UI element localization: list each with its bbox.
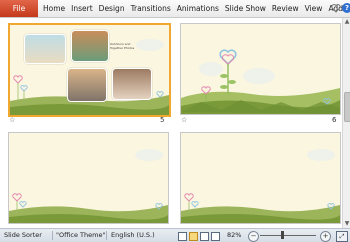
photo-siblings[interactable] [67,68,107,102]
tab-view[interactable]: View [302,0,326,17]
scroll-up-arrow-icon[interactable]: ▲ [343,18,350,26]
powerpoint-window: File Home Insert Design Transitions Anim… [0,0,350,242]
transition-star-icon[interactable]: ☆ [181,116,190,124]
zoom-level[interactable]: 82% [227,229,241,242]
tab-slide-show[interactable]: Slide Show [222,0,269,17]
scrollbar-thumb[interactable] [344,92,350,122]
theme-label[interactable]: "Office Theme" [56,229,105,242]
tab-animations[interactable]: Animations [174,0,222,17]
tab-home[interactable]: Home [40,0,68,17]
status-bar: Slide Sorter "Office Theme" English (U.S… [0,228,350,242]
slide-show-view-icon[interactable] [211,232,220,241]
slide-sorter-pane: Outdoors and Together Photos ☆ 5 ☆ 6 [0,18,342,228]
slide-thumbnail-8[interactable] [180,132,341,224]
slide-background [181,24,340,114]
zoom-slider-thumb[interactable] [281,231,284,239]
vertical-scrollbar[interactable]: ▲ ▼ [342,18,350,228]
slide-sorter-view-icon[interactable] [189,232,198,241]
slide-thumbnail-6[interactable] [180,23,341,115]
slide-thumbnail-5[interactable]: Outdoors and Together Photos [8,23,171,117]
photo-father-child[interactable] [112,68,152,100]
transition-star-icon[interactable]: ☆ [9,116,18,124]
language-label[interactable]: English (U.S.) [111,229,155,242]
slide-number-6: 6 [332,116,337,124]
ribbon-tab-bar: File Home Insert Design Transitions Anim… [0,0,350,18]
status-divider [106,231,107,240]
fit-to-window-icon[interactable]: ⤢ [336,231,348,242]
status-divider [52,231,53,240]
heart-icon[interactable] [331,3,341,13]
zoom-in-button[interactable]: + [320,231,331,242]
file-tab[interactable]: File [0,0,38,17]
ribbon-tabs: Home Insert Design Transitions Animation… [40,0,350,17]
slide-thumbnail-7[interactable] [8,132,169,224]
photo-mother-child[interactable] [71,30,109,62]
tab-insert[interactable]: Insert [68,0,96,17]
normal-view-icon[interactable] [178,232,187,241]
slide-background [9,133,168,223]
reading-view-icon[interactable] [200,232,209,241]
tab-review[interactable]: Review [269,0,302,17]
photo-beach-family[interactable] [24,34,66,64]
scroll-down-arrow-icon[interactable]: ▼ [343,220,350,228]
zoom-out-button[interactable]: − [248,231,259,242]
slide-number-5: 5 [160,116,165,124]
tab-transitions[interactable]: Transitions [128,0,174,17]
slide-background [181,133,340,223]
view-mode-label: Slide Sorter [4,231,42,239]
zoom-slider-track[interactable] [260,235,316,236]
help-icon[interactable]: ? [342,3,350,13]
tab-design[interactable]: Design [96,0,128,17]
slide-caption: Outdoors and Together Photos [110,42,135,50]
